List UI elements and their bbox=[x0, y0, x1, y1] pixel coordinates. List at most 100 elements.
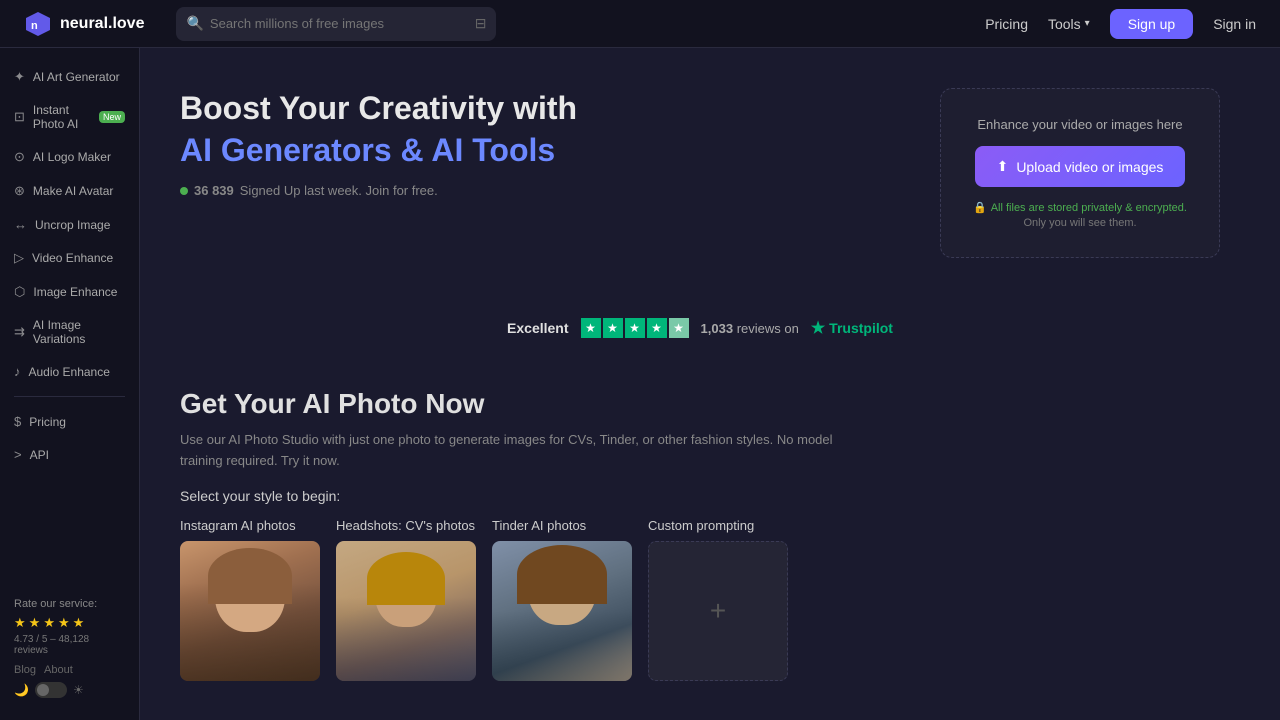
signin-button[interactable]: Sign in bbox=[1213, 16, 1256, 32]
section-title: Get Your AI Photo Now bbox=[180, 388, 1220, 420]
search-input[interactable] bbox=[210, 16, 469, 31]
upload-box: Enhance your video or images here ⬆ Uplo… bbox=[940, 88, 1220, 258]
sidebar-item-audio-enhance[interactable]: ♪ Audio Enhance bbox=[0, 355, 139, 388]
tinder-photo[interactable] bbox=[492, 541, 632, 681]
style-card-custom[interactable]: Custom prompting + bbox=[648, 518, 788, 681]
select-style-label: Select your style to begin: bbox=[180, 488, 1220, 504]
tools-nav-dropdown[interactable]: Tools ▾ bbox=[1048, 16, 1090, 32]
sidebar-item-ai-image-variations[interactable]: ⇉ AI Image Variations bbox=[0, 309, 139, 355]
signup-button[interactable]: Sign up bbox=[1110, 9, 1193, 39]
logo[interactable]: n neural.love bbox=[24, 10, 144, 38]
sidebar-item-pricing[interactable]: $ Pricing bbox=[0, 405, 139, 438]
sidebar-item-make-ai-avatar[interactable]: ⊛ Make AI Avatar bbox=[0, 174, 139, 208]
sidebar-label: Instant Photo AI bbox=[33, 103, 89, 131]
instant-photo-icon: ⊡ bbox=[14, 109, 25, 125]
sidebar-divider bbox=[14, 396, 125, 397]
main-content: Boost Your Creativity with AI Generators… bbox=[140, 48, 1280, 720]
search-bar: 🔍 ⊟ bbox=[176, 7, 496, 41]
upload-button[interactable]: ⬆ Upload video or images bbox=[975, 146, 1186, 187]
trustpilot-logo: ★ Trustpilot bbox=[811, 318, 893, 338]
audio-icon: ♪ bbox=[14, 364, 21, 379]
chevron-down-icon: ▾ bbox=[1085, 18, 1090, 29]
moon-icon: 🌙 bbox=[14, 683, 29, 697]
signups-text: Signed Up last week. Join for free. bbox=[240, 183, 438, 198]
custom-prompt-placeholder[interactable]: + bbox=[648, 541, 788, 681]
pricing-icon: $ bbox=[14, 414, 21, 429]
sidebar-bottom: Rate our service: ★ ★ ★ ★ ★ 4.73 / 5 – 4… bbox=[0, 588, 139, 708]
sidebar-item-uncrop-image[interactable]: ↔ Uncrop Image bbox=[0, 208, 139, 241]
rate-label: Rate our service: bbox=[14, 598, 125, 610]
main-layout: ✦ AI Art Generator ⊡ Instant Photo AI Ne… bbox=[0, 48, 1280, 720]
nav-right: Pricing Tools ▾ Sign up Sign in bbox=[985, 9, 1256, 39]
tp-star-5: ★ bbox=[669, 318, 689, 338]
api-icon: > bbox=[14, 447, 22, 462]
sidebar-label: AI Logo Maker bbox=[33, 150, 111, 164]
hero-title-blue: AI Generators & AI Tools bbox=[180, 132, 555, 168]
variations-icon: ⇉ bbox=[14, 324, 25, 340]
hero-section: Boost Your Creativity with AI Generators… bbox=[180, 88, 1220, 258]
star-4: ★ bbox=[58, 615, 70, 631]
style-label-tinder: Tinder AI photos bbox=[492, 518, 632, 533]
headshot-photo[interactable] bbox=[336, 541, 476, 681]
tp-star-3: ★ bbox=[625, 318, 645, 338]
hero-title: Boost Your Creativity with AI Generators… bbox=[180, 88, 900, 171]
upload-security: 🔒 All files are stored privately & encry… bbox=[973, 201, 1187, 229]
sidebar-item-image-enhance[interactable]: ⬡ Image Enhance bbox=[0, 275, 139, 309]
green-dot bbox=[180, 187, 188, 195]
tp-logo-star: ★ bbox=[811, 318, 825, 338]
avatar-icon: ⊛ bbox=[14, 183, 25, 199]
star-1: ★ bbox=[14, 615, 26, 631]
uncrop-icon: ↔ bbox=[14, 217, 27, 232]
sidebar-label: API bbox=[30, 448, 49, 462]
plus-icon: + bbox=[710, 595, 726, 627]
sidebar-label: Pricing bbox=[29, 415, 66, 429]
sidebar-item-api[interactable]: > API bbox=[0, 438, 139, 471]
lock-icon: 🔒 bbox=[973, 201, 987, 214]
ai-photo-section: Get Your AI Photo Now Use our AI Photo S… bbox=[180, 388, 1220, 681]
trustpilot-row: Excellent ★ ★ ★ ★ ★ 1,033 reviews on ★ T… bbox=[180, 298, 1220, 358]
hero-subtitle: 36 839 Signed Up last week. Join for fre… bbox=[180, 183, 900, 198]
filter-icon[interactable]: ⊟ bbox=[475, 15, 487, 32]
svg-text:n: n bbox=[31, 20, 38, 32]
sidebar-item-video-enhance[interactable]: ▷ Video Enhance bbox=[0, 241, 139, 275]
style-label-custom: Custom prompting bbox=[648, 518, 788, 533]
style-card-headshots[interactable]: Headshots: CV's photos bbox=[336, 518, 476, 681]
sidebar-label: Audio Enhance bbox=[29, 365, 110, 379]
theme-toggle[interactable] bbox=[35, 682, 67, 698]
tp-review-count: 1,033 reviews on bbox=[701, 321, 799, 336]
sidebar-label: Image Enhance bbox=[33, 285, 117, 299]
sidebar-label: Video Enhance bbox=[32, 251, 113, 265]
style-card-tinder[interactable]: Tinder AI photos bbox=[492, 518, 632, 681]
tp-star-1: ★ bbox=[581, 318, 601, 338]
new-badge: New bbox=[99, 111, 125, 123]
signups-count: 36 839 bbox=[194, 183, 234, 198]
style-card-instagram[interactable]: Instagram AI photos bbox=[180, 518, 320, 681]
instagram-photo[interactable] bbox=[180, 541, 320, 681]
image-enhance-icon: ⬡ bbox=[14, 284, 25, 300]
section-desc: Use our AI Photo Studio with just one ph… bbox=[180, 430, 860, 472]
sidebar-item-ai-logo-maker[interactable]: ⊙ AI Logo Maker bbox=[0, 140, 139, 174]
logo-maker-icon: ⊙ bbox=[14, 149, 25, 165]
tp-star-4: ★ bbox=[647, 318, 667, 338]
style-label-instagram: Instagram AI photos bbox=[180, 518, 320, 533]
photo-grid: Instagram AI photos Headshots: CV's phot… bbox=[180, 518, 1220, 681]
sidebar-item-instant-photo-ai[interactable]: ⊡ Instant Photo AI New bbox=[0, 94, 139, 140]
pricing-nav-link[interactable]: Pricing bbox=[985, 16, 1028, 32]
star-5: ★ bbox=[73, 615, 85, 631]
star-2: ★ bbox=[29, 615, 41, 631]
sidebar: ✦ AI Art Generator ⊡ Instant Photo AI Ne… bbox=[0, 48, 140, 720]
sidebar-item-ai-art-generator[interactable]: ✦ AI Art Generator bbox=[0, 60, 139, 94]
sidebar-label: Uncrop Image bbox=[35, 218, 110, 232]
star-3: ★ bbox=[43, 615, 55, 631]
tp-stars: ★ ★ ★ ★ ★ bbox=[581, 318, 689, 338]
ai-art-icon: ✦ bbox=[14, 69, 25, 85]
star-rating: ★ ★ ★ ★ ★ bbox=[14, 615, 125, 631]
topnav: n neural.love 🔍 ⊟ Pricing Tools ▾ Sign u… bbox=[0, 0, 1280, 48]
upload-box-label: Enhance your video or images here bbox=[977, 117, 1182, 132]
blog-link[interactable]: Blog bbox=[14, 664, 36, 676]
theme-toggle-row: 🌙 ☀ bbox=[14, 682, 125, 698]
style-label-headshots: Headshots: CV's photos bbox=[336, 518, 476, 533]
tp-star-2: ★ bbox=[603, 318, 623, 338]
about-link[interactable]: About bbox=[44, 664, 73, 676]
video-icon: ▷ bbox=[14, 250, 24, 266]
